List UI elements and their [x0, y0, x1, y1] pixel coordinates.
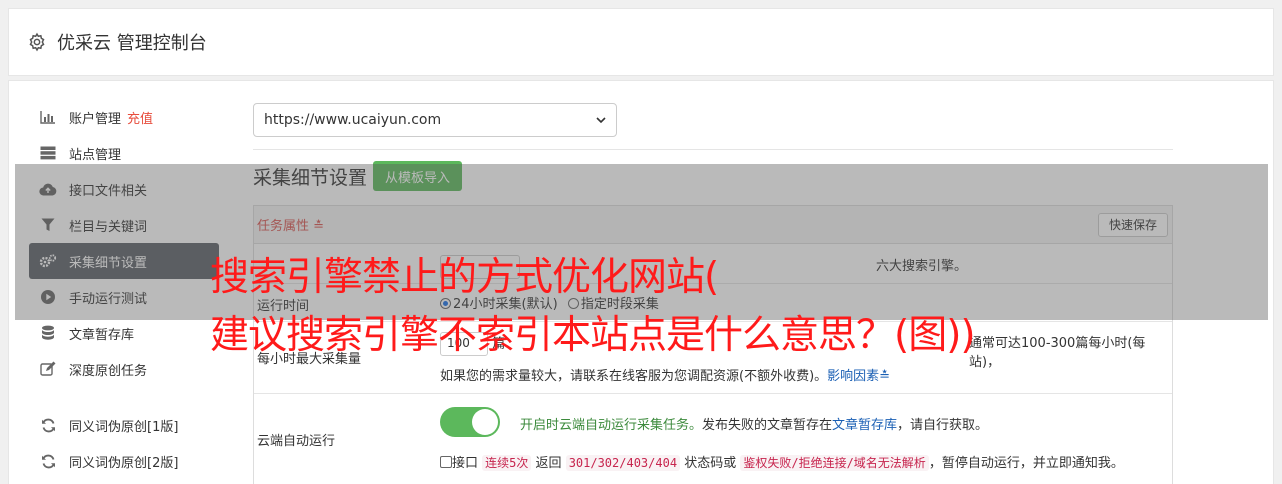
pause-on-failure-checkbox[interactable]: [440, 456, 452, 468]
cloud-auto-run-desc: 开启时云端自动运行采集任务。发布失败的文章暂存在文章暂存库，请自行获取。: [520, 414, 988, 433]
code-5-times: 连续5次: [482, 455, 532, 471]
watermark-line1: 搜索引擎禁止的方式优化网站(: [210, 255, 719, 300]
article-store-link[interactable]: 文章暂存库: [832, 418, 897, 433]
watermark-line2: 建议搜索引擎不索引本站点是什么意思？(图)): [210, 313, 976, 358]
cb-text4: ，暂停自动运行，并立即通知我。: [928, 456, 1124, 471]
sidebar-item-label: 同义词伪原创[1版]: [69, 419, 179, 435]
sidebar-item-label: 站点管理: [69, 147, 122, 163]
cloud-auto-run-text1: 发布失败的文章暂存在: [702, 418, 833, 433]
row-cloud-auto-run: 云端自动运行 开启时云端自动运行采集任务。发布失败的文章暂存在文章暂存库，请自行…: [254, 394, 1172, 484]
sidebar-item-deep-original[interactable]: 深度原创任务: [29, 351, 219, 387]
cloud-auto-run-label: 云端自动运行: [257, 434, 336, 449]
sidebar-item-label: 深度原创任务: [69, 363, 148, 379]
cb-text2: 返回: [535, 456, 562, 471]
refresh-icon: [39, 452, 57, 470]
database-icon: [39, 324, 57, 342]
chevron-down-icon: [596, 117, 606, 124]
page-title: 优采云 管理控制台: [57, 33, 207, 54]
divider: [253, 149, 1173, 150]
max-per-hour-line2: 如果您的需求量较大，请联系在线客服为您调配资源(不额外收费)。影响因素≛: [440, 365, 890, 384]
cb-text1: 接口: [452, 456, 479, 471]
toggle-knob: [472, 409, 498, 435]
sidebar-item-label: 账户管理: [69, 111, 122, 127]
site-select[interactable]: https://www.ucaiyun.com: [253, 103, 617, 137]
cb-text3: 状态码或: [684, 456, 737, 471]
sidebar-item-label: 文章暂存库: [69, 327, 135, 343]
recharge-link[interactable]: 充值: [127, 108, 153, 127]
influence-factors-link[interactable]: 影响因素: [827, 369, 879, 384]
refresh-icon: [39, 416, 57, 434]
gear-icon: [29, 32, 45, 52]
sidebar-item-synonym-v2[interactable]: 同义词伪原创[2版]: [29, 443, 219, 479]
sidebar-item-article-store[interactable]: 文章暂存库: [29, 315, 219, 351]
max-per-hour-tip: 通常可达100-300篇每小时(每站)，: [969, 336, 1146, 370]
site-select-value: https://www.ucaiyun.com: [264, 112, 442, 128]
content-area: https://www.ucaiyun.com 采集细节设置 从模板导入 任务属…: [253, 103, 1173, 484]
code-errors: 鉴权失败/拒绝连接/域名无法解析: [740, 455, 929, 471]
cloud-auto-run-toggle[interactable]: [440, 407, 500, 437]
sidebar-item-synonym-v1[interactable]: 同义词伪原创[1版]: [29, 407, 219, 443]
sidebar-item-account[interactable]: 账户管理 充值: [29, 99, 219, 135]
double-chevron-down-icon: ≛: [879, 369, 891, 384]
code-status: 301/302/403/404: [565, 455, 681, 471]
cloud-auto-run-text2: ，请自行获取。: [897, 418, 989, 433]
bar-chart-icon: [39, 108, 57, 126]
pause-on-failure-option: 接口 连续5次 返回 301/302/403/404 状态码或 鉴权失败/拒绝连…: [440, 452, 1124, 471]
sidebar-separator: [29, 387, 219, 407]
server-icon: [39, 144, 57, 162]
sidebar-item-label: 同义词伪原创[2版]: [69, 455, 179, 471]
edit-icon: [39, 360, 57, 378]
max-per-hour-contact: 如果您的需求量较大，请联系在线客服为您调配资源(不额外收费)。: [440, 369, 828, 384]
page-header: 优采云 管理控制台: [8, 8, 1274, 76]
cloud-auto-run-enabled-text: 开启时云端自动运行采集任务。: [520, 418, 703, 433]
